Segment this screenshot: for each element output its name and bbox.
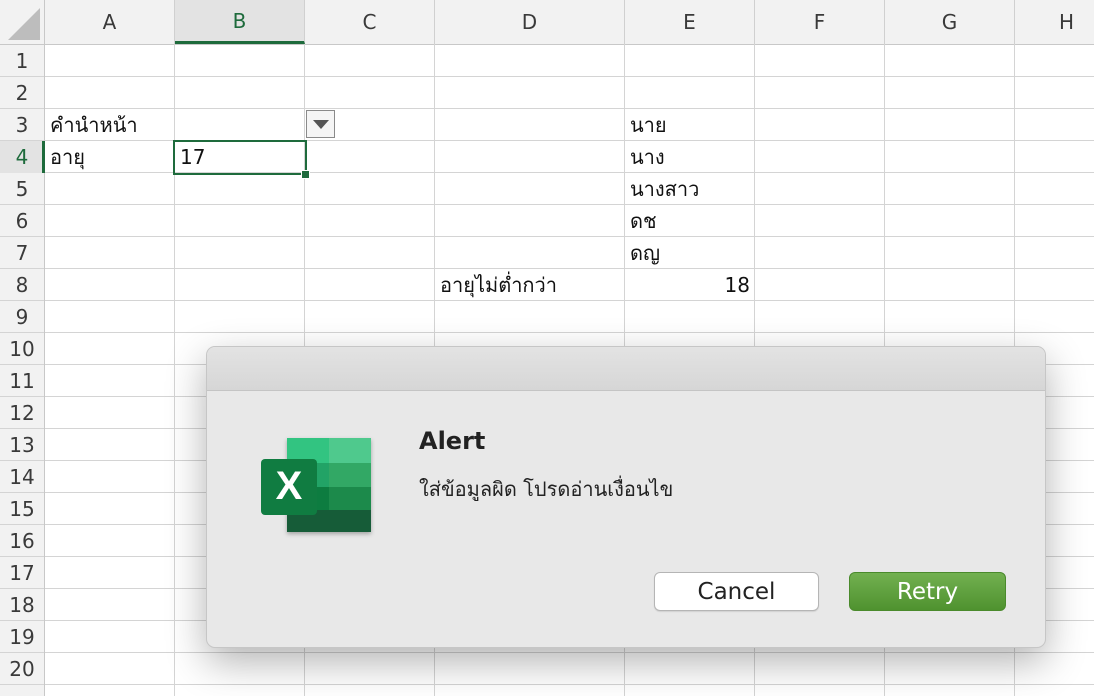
column-header-h[interactable]: H bbox=[1015, 0, 1094, 44]
cell-d8[interactable]: อายุไม่ต่ำกว่า bbox=[440, 269, 557, 301]
row-header-12[interactable]: 12 bbox=[0, 397, 44, 429]
active-cell-selection bbox=[173, 140, 307, 175]
cell-e6[interactable]: ดช bbox=[630, 205, 657, 237]
column-header-a[interactable]: A bbox=[45, 0, 175, 44]
row-header-5[interactable]: 5 bbox=[0, 173, 44, 205]
row-header-6[interactable]: 6 bbox=[0, 205, 44, 237]
row-header-4[interactable]: 4 bbox=[0, 141, 44, 173]
column-header-e[interactable]: E bbox=[625, 0, 755, 44]
row-header-10[interactable]: 10 bbox=[0, 333, 44, 365]
column-header-c[interactable]: C bbox=[305, 0, 435, 44]
row-header-16[interactable]: 16 bbox=[0, 525, 44, 557]
svg-text:X: X bbox=[276, 464, 303, 508]
cell-e7[interactable]: ดญ bbox=[630, 237, 660, 269]
row-header-19[interactable]: 19 bbox=[0, 621, 44, 653]
alert-dialog: X Alert ใส่ข้อมูลผิด โปรดอ่านเงื่อนไข Ca… bbox=[206, 346, 1046, 648]
dropdown-arrow-icon bbox=[312, 119, 329, 129]
fill-handle[interactable] bbox=[301, 170, 310, 179]
cell-e5[interactable]: นางสาว bbox=[630, 173, 699, 205]
dialog-title-bar[interactable] bbox=[207, 347, 1045, 391]
row-header-20[interactable]: 20 bbox=[0, 653, 44, 685]
column-header-d[interactable]: D bbox=[435, 0, 625, 44]
dialog-message: ใส่ข้อมูลผิด โปรดอ่านเงื่อนไข bbox=[419, 477, 674, 501]
row-header-17[interactable]: 17 bbox=[0, 557, 44, 589]
active-row-indicator bbox=[42, 141, 45, 173]
select-all-corner[interactable] bbox=[0, 0, 44, 44]
row-header-11[interactable]: 11 bbox=[0, 365, 44, 397]
row-header-7[interactable]: 7 bbox=[0, 237, 44, 269]
row-header-13[interactable]: 13 bbox=[0, 429, 44, 461]
row-header-3[interactable]: 3 bbox=[0, 109, 44, 141]
row-header-8[interactable]: 8 bbox=[0, 269, 44, 301]
cell-e3[interactable]: นาย bbox=[630, 109, 667, 141]
excel-icon: X bbox=[259, 435, 375, 539]
cancel-button[interactable]: Cancel bbox=[654, 572, 819, 611]
row-header-15[interactable]: 15 bbox=[0, 493, 44, 525]
row-header-9[interactable]: 9 bbox=[0, 301, 44, 333]
row-header-2[interactable]: 2 bbox=[0, 77, 44, 109]
cell-e4[interactable]: นาง bbox=[630, 141, 665, 173]
row-header-14[interactable]: 14 bbox=[0, 461, 44, 493]
column-header-b[interactable]: B bbox=[175, 0, 305, 44]
column-header-f[interactable]: F bbox=[755, 0, 885, 44]
column-header-g[interactable]: G bbox=[885, 0, 1015, 44]
data-validation-dropdown-button[interactable] bbox=[306, 110, 335, 138]
retry-button[interactable]: Retry bbox=[849, 572, 1006, 611]
row-header-1[interactable]: 1 bbox=[0, 45, 44, 77]
cell-a3[interactable]: คำนำหน้า bbox=[50, 109, 138, 141]
dialog-title: Alert bbox=[419, 427, 486, 455]
row-header-18[interactable]: 18 bbox=[0, 589, 44, 621]
cell-e8[interactable]: 18 bbox=[625, 269, 750, 301]
cell-a4[interactable]: อายุ bbox=[50, 141, 85, 173]
